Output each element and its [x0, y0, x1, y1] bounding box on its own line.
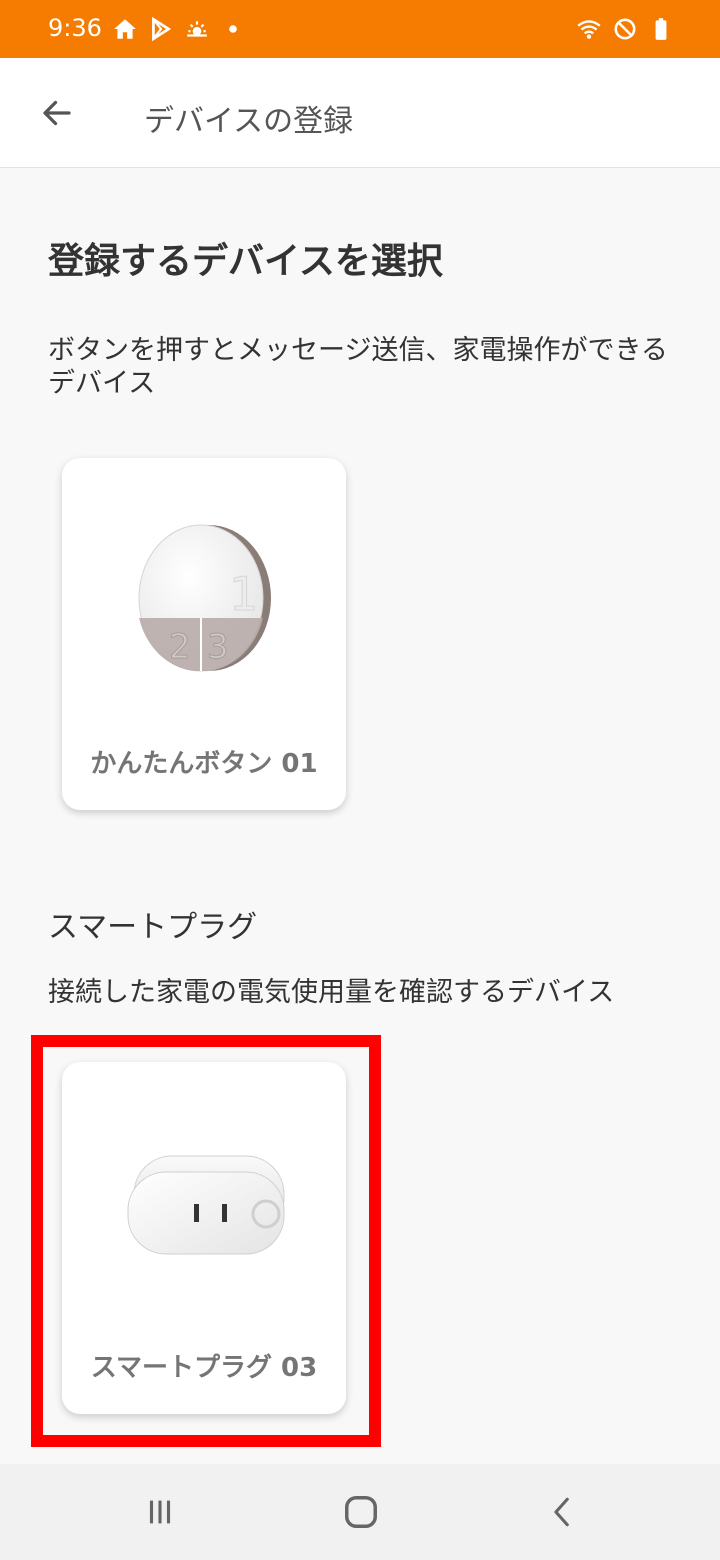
device-card-simple-button[interactable]: 1 2 3 かんたんボタン 01 — [62, 458, 346, 810]
recents-button[interactable] — [130, 1484, 190, 1540]
status-left-icons — [112, 14, 246, 44]
button-device-description: ボタンを押すとメッセージ送信、家電操作ができるデバイス — [48, 335, 668, 399]
back-icon — [554, 1497, 569, 1527]
select-device-heading: 登録するデバイスを選択 — [48, 241, 443, 282]
device-card-label: スマートプラグ 03 — [90, 1353, 318, 1383]
weather-icon — [187, 21, 207, 37]
device-card-label: かんたんボタン 01 — [90, 749, 318, 779]
home-icon — [345, 1496, 377, 1528]
smart-plug-description: 接続した家電の電気使用量を確認するデバイス — [48, 977, 615, 1008]
svg-text:3: 3 — [207, 627, 229, 667]
page-title: デバイスの登録 — [144, 104, 354, 139]
back-button[interactable] — [34, 90, 80, 136]
do-not-disturb-icon — [614, 18, 636, 40]
status-time: 9:36 — [48, 14, 102, 42]
app-bar: デバイスの登録 — [0, 58, 720, 168]
home-icon — [114, 19, 136, 39]
status-bar: 9:36 — [0, 0, 720, 58]
round-button-device-image: 1 2 3 — [102, 508, 306, 688]
arrow-left-icon — [43, 100, 71, 126]
battery-icon — [655, 18, 667, 40]
recents-icon — [149, 1500, 171, 1524]
svg-text:2: 2 — [169, 627, 191, 667]
wifi-icon — [577, 20, 601, 39]
home-button[interactable] — [331, 1484, 391, 1540]
smart-plug-section-title: スマートプラグ — [48, 910, 258, 945]
smart-plug-device-image — [102, 1112, 306, 1292]
play-store-icon — [152, 16, 172, 42]
status-right-icons — [576, 14, 674, 44]
dot-icon — [229, 25, 237, 33]
system-nav-bar — [0, 1464, 720, 1560]
device-card-smart-plug[interactable]: スマートプラグ 03 — [62, 1062, 346, 1414]
nav-back-button[interactable] — [533, 1484, 593, 1540]
svg-text:1: 1 — [229, 567, 258, 621]
